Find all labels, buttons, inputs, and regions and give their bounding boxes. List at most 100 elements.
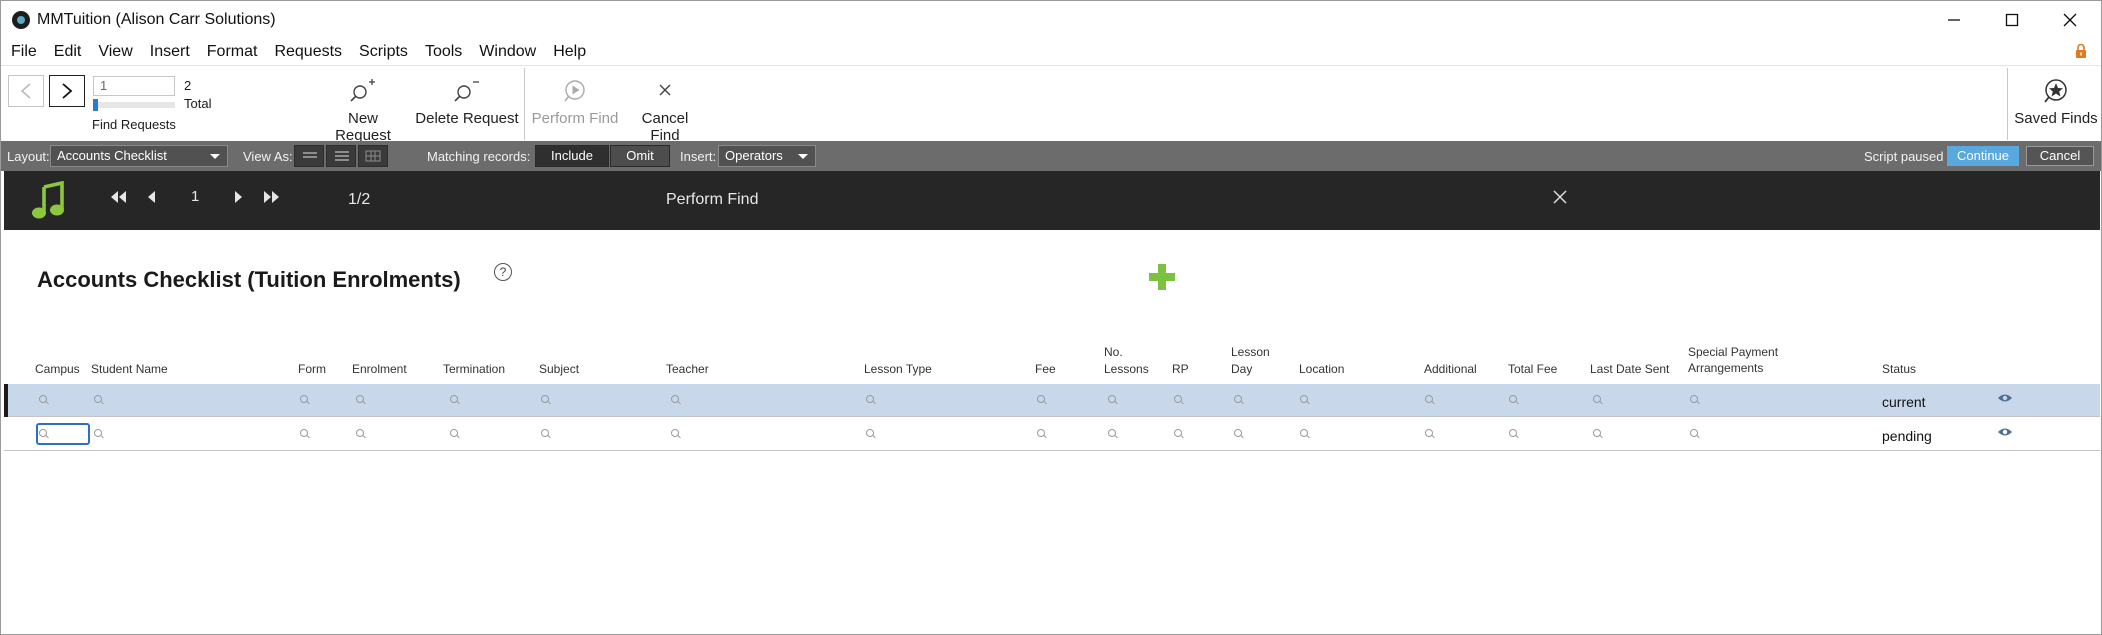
menu-requests[interactable]: Requests xyxy=(274,43,342,61)
col-header-form: Form xyxy=(298,362,326,376)
script-bar-title: Perform Find xyxy=(666,191,759,208)
previous-step-button[interactable] xyxy=(146,189,158,210)
help-icon[interactable]: ? xyxy=(494,263,512,281)
search-icon[interactable] xyxy=(1174,395,1184,405)
status-value[interactable]: current xyxy=(1882,394,1926,410)
view-as-form-button[interactable] xyxy=(294,145,324,167)
saved-finds-label: Saved Finds xyxy=(2014,110,2098,127)
menu-help[interactable]: Help xyxy=(553,43,586,61)
minimize-button[interactable] xyxy=(1925,1,1983,39)
search-icon[interactable] xyxy=(450,429,460,439)
col-header-special-payment-line2: Arrangements xyxy=(1688,361,1764,375)
request-count: 1/2 xyxy=(348,191,371,208)
new-request-button[interactable]: New Request xyxy=(319,76,407,144)
record-slider-thumb[interactable] xyxy=(93,99,98,111)
col-header-lesson-day-line2: Day xyxy=(1231,362,1253,376)
layout-select[interactable]: Accounts Checklist xyxy=(50,145,228,167)
close-script-bar-button[interactable] xyxy=(1552,185,1568,211)
status-value[interactable]: pending xyxy=(1882,428,1932,444)
eye-icon[interactable] xyxy=(1997,393,2013,403)
search-icon[interactable] xyxy=(1509,395,1519,405)
menu-window[interactable]: Window xyxy=(479,43,536,61)
menu-format[interactable]: Format xyxy=(207,43,258,61)
search-icon[interactable] xyxy=(1425,395,1435,405)
current-request-input[interactable]: 1 xyxy=(93,76,175,96)
search-icon[interactable] xyxy=(1690,429,1700,439)
cancel-script-button[interactable]: Cancel xyxy=(2026,146,2094,166)
menu-tools[interactable]: Tools xyxy=(425,43,462,61)
cancel-find-button[interactable]: Cancel Find xyxy=(625,76,705,144)
search-icon[interactable] xyxy=(356,395,366,405)
insert-operators-select[interactable]: Operators xyxy=(718,145,816,167)
search-icon[interactable] xyxy=(1509,429,1519,439)
search-icon[interactable] xyxy=(300,395,310,405)
search-icon[interactable] xyxy=(671,429,681,439)
table-view-icon xyxy=(365,150,381,162)
delete-request-label: Delete Request xyxy=(415,110,519,127)
menu-view[interactable]: View xyxy=(98,43,132,61)
view-as-table-button[interactable] xyxy=(358,145,388,167)
search-icon[interactable] xyxy=(1234,429,1244,439)
search-icon[interactable] xyxy=(1108,395,1118,405)
menu-file[interactable]: File xyxy=(11,43,37,61)
menu-scripts[interactable]: Scripts xyxy=(359,43,408,61)
table-row[interactable]: pending xyxy=(4,418,2100,451)
app-icon xyxy=(12,11,30,29)
search-icon[interactable] xyxy=(1300,395,1310,405)
status-toolbar: 1 2 Total Find Requests New Request Dele… xyxy=(1,65,2101,144)
menu-insert[interactable]: Insert xyxy=(150,43,190,61)
next-step-button[interactable] xyxy=(232,189,244,210)
col-header-location: Location xyxy=(1299,362,1345,376)
search-icon[interactable] xyxy=(39,429,49,439)
search-icon[interactable] xyxy=(1425,429,1435,439)
last-record-button[interactable] xyxy=(262,189,282,210)
minimize-icon xyxy=(1948,19,1960,21)
search-icon[interactable] xyxy=(671,395,681,405)
first-record-button[interactable] xyxy=(108,189,128,210)
magnifier-plus-icon xyxy=(350,79,375,102)
search-icon[interactable] xyxy=(94,395,104,405)
previous-record-button[interactable] xyxy=(8,75,44,107)
search-icon[interactable] xyxy=(300,429,310,439)
search-icon[interactable] xyxy=(450,395,460,405)
insert-select-value: Operators xyxy=(725,148,783,163)
search-icon[interactable] xyxy=(1593,395,1603,405)
search-icon[interactable] xyxy=(94,429,104,439)
add-record-button[interactable] xyxy=(1147,262,1177,292)
search-icon[interactable] xyxy=(1174,429,1184,439)
close-button[interactable] xyxy=(2041,1,2099,39)
maximize-button[interactable] xyxy=(1983,1,2041,39)
search-icon[interactable] xyxy=(866,395,876,405)
layout-content: Accounts Checklist (Tuition Enrolments) … xyxy=(4,230,2100,634)
search-icon[interactable] xyxy=(1690,395,1700,405)
next-record-button[interactable] xyxy=(49,75,85,107)
total-label: Total xyxy=(184,96,212,111)
search-icon[interactable] xyxy=(356,429,366,439)
search-icon[interactable] xyxy=(1593,429,1603,439)
view-as-list-button[interactable] xyxy=(326,145,356,167)
lock-icon[interactable] xyxy=(2075,43,2087,59)
search-icon[interactable] xyxy=(39,395,49,405)
omit-button[interactable]: Omit xyxy=(610,145,670,167)
search-icon[interactable] xyxy=(1234,395,1244,405)
title-bar: MMTuition (Alison Carr Solutions) xyxy=(1,1,2101,39)
close-icon xyxy=(1553,190,1567,204)
search-icon[interactable] xyxy=(866,429,876,439)
search-icon[interactable] xyxy=(541,429,551,439)
menu-edit[interactable]: Edit xyxy=(54,43,82,61)
table-row[interactable]: current xyxy=(4,384,2100,417)
delete-request-button[interactable]: Delete Request xyxy=(415,76,519,127)
search-icon[interactable] xyxy=(1108,429,1118,439)
search-icon[interactable] xyxy=(1300,429,1310,439)
perform-find-button[interactable]: Perform Find xyxy=(531,76,619,127)
search-icon[interactable] xyxy=(1037,429,1047,439)
list-view-icon-line xyxy=(335,159,349,161)
continue-button[interactable]: Continue xyxy=(1947,146,2019,166)
record-slider[interactable] xyxy=(93,99,175,111)
include-button[interactable]: Include xyxy=(535,145,609,167)
search-icon[interactable] xyxy=(541,395,551,405)
eye-icon[interactable] xyxy=(1997,427,2013,437)
search-icon[interactable] xyxy=(1037,395,1047,405)
menu-bar: File Edit View Insert Format Requests Sc… xyxy=(1,39,2101,65)
saved-finds-button[interactable]: Saved Finds xyxy=(2013,76,2099,127)
